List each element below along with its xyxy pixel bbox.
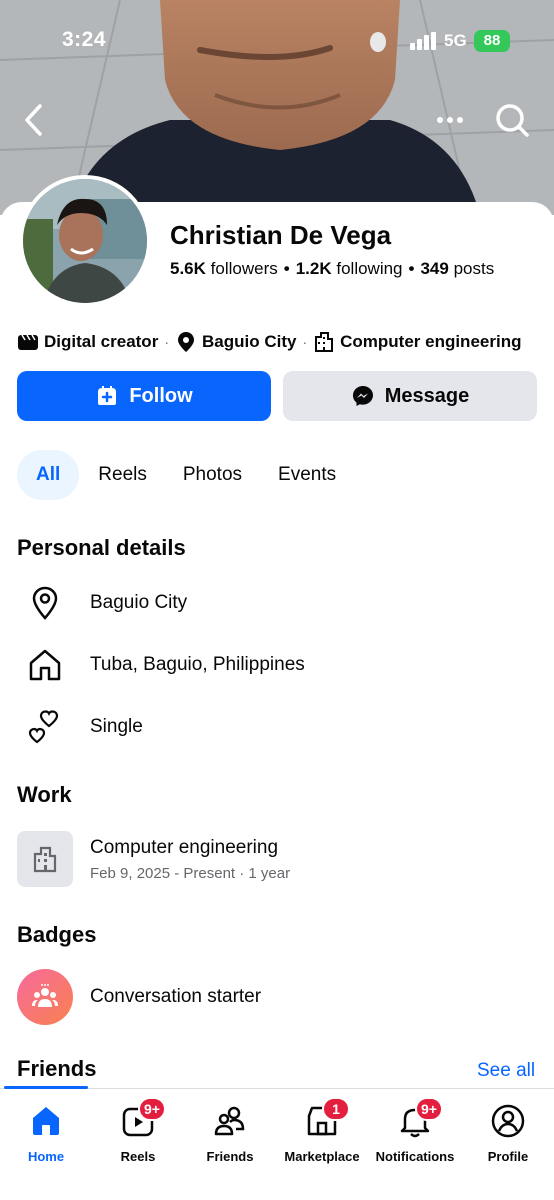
intro-work[interactable]: Computer engineering: [340, 332, 521, 352]
detail-location-text: Baguio City: [90, 592, 188, 613]
home-icon: [29, 649, 61, 681]
badge-circle: [17, 969, 73, 1025]
nav-marketplace[interactable]: 1 Marketplace: [276, 1097, 368, 1171]
intro-separator: ·: [164, 334, 169, 350]
tab-all[interactable]: All: [17, 450, 80, 500]
home-icon: [33, 1107, 59, 1135]
badge-item[interactable]: Conversation starter: [17, 968, 537, 1026]
work-item-title: Computer engineering: [90, 836, 279, 858]
friends-icon: [214, 1106, 245, 1136]
avatar: [23, 179, 147, 303]
nav-marketplace-label: Marketplace: [284, 1149, 360, 1164]
badge-item-label: Conversation starter: [90, 986, 262, 1007]
tab-reels[interactable]: Reels: [81, 450, 164, 500]
active-tab-indicator: [4, 1086, 88, 1089]
badges-title: Badges: [17, 922, 97, 947]
bottom-nav: Home 9+ Reels Friends 1 Marketplace 9+ N…: [0, 1086, 554, 1200]
profile-avatar[interactable]: [19, 175, 151, 307]
tab-photos[interactable]: Photos: [166, 450, 259, 500]
conversation-starter-icon: [32, 984, 58, 1007]
intro-location[interactable]: Baguio City: [202, 332, 296, 352]
location-pin-icon: [32, 586, 58, 620]
profile-intro: Digital creator · Baguio City · Computer…: [17, 330, 521, 354]
nav-reels-badge: 9+: [138, 1097, 166, 1121]
stats-separator: •: [408, 259, 415, 278]
nav-marketplace-badge: 1: [322, 1097, 350, 1121]
status-bar: 3:24 5G 88: [0, 0, 554, 80]
nav-reels[interactable]: 9+ Reels: [92, 1097, 184, 1171]
nav-friends[interactable]: Friends: [184, 1101, 276, 1171]
nav-profile[interactable]: Profile: [462, 1101, 554, 1171]
profile-stats: 5.6K followers • 1.2K following • 349 posts: [170, 259, 494, 279]
signal-icon: [410, 32, 436, 50]
work-item-subtitle: Feb 9, 2025 - Present · 1 year: [90, 864, 291, 882]
posts-count: 349: [420, 259, 449, 278]
location-pin-icon: [177, 332, 194, 352]
network-type: 5G: [444, 31, 467, 50]
intro-category: Digital creator: [44, 332, 159, 351]
follow-button[interactable]: Follow: [17, 371, 271, 421]
friends-see-all-link[interactable]: See all: [477, 1060, 535, 1082]
work-item[interactable]: Computer engineering Feb 9, 2025 - Prese…: [17, 830, 537, 888]
following-label[interactable]: following: [336, 259, 402, 278]
detail-location[interactable]: Baguio City: [17, 578, 537, 628]
nav-notifications-badge: 9+: [415, 1097, 443, 1121]
stats-separator: •: [283, 259, 290, 278]
nav-friends-label: Friends: [206, 1149, 254, 1164]
message-button[interactable]: Message: [283, 371, 537, 421]
friends-title: Friends: [17, 1056, 97, 1081]
messenger-icon: [352, 386, 373, 406]
detail-hometown[interactable]: Tuba, Baguio, Philippines: [17, 640, 537, 690]
posts-label: posts: [453, 259, 495, 278]
building-icon: [33, 846, 57, 873]
followers-count[interactable]: 5.6K: [170, 259, 206, 278]
chevron-left-icon[interactable]: [18, 100, 50, 140]
message-label: Message: [384, 384, 470, 407]
detail-relationship[interactable]: Single: [17, 702, 537, 752]
clapperboard-icon: [18, 334, 38, 350]
nav-home[interactable]: Home: [0, 1101, 92, 1171]
nav-profile-label: Profile: [487, 1149, 529, 1164]
personal-details-title: Personal details: [17, 535, 186, 560]
status-time: 3:24: [62, 28, 107, 51]
nav-reels-label: Reels: [120, 1149, 156, 1164]
ellipsis-icon[interactable]: [430, 104, 470, 136]
profile-tabs: All Reels Photos Events: [17, 450, 355, 500]
nav-home-label: Home: [27, 1149, 65, 1164]
hearts-icon: [28, 710, 59, 744]
profile-name: Christian De Vega: [170, 220, 392, 250]
nav-notifications[interactable]: 9+ Notifications: [369, 1097, 461, 1171]
detail-relationship-text: Single: [90, 716, 143, 737]
detail-hometown-text: Tuba, Baguio, Philippines: [90, 654, 305, 675]
nav-notifications-label: Notifications: [375, 1149, 455, 1164]
profile-icon: [491, 1104, 525, 1138]
work-title: Work: [17, 782, 72, 807]
followers-label[interactable]: followers: [211, 259, 278, 278]
tab-events[interactable]: Events: [261, 450, 353, 500]
search-icon[interactable]: [492, 100, 532, 140]
add-friend-icon: [98, 386, 117, 405]
building-icon: [315, 332, 334, 352]
battery-indicator: 88: [474, 30, 510, 52]
work-tile: [17, 831, 73, 887]
following-count[interactable]: 1.2K: [296, 259, 332, 278]
follow-label: Follow: [129, 384, 193, 407]
intro-separator: ·: [302, 334, 308, 350]
